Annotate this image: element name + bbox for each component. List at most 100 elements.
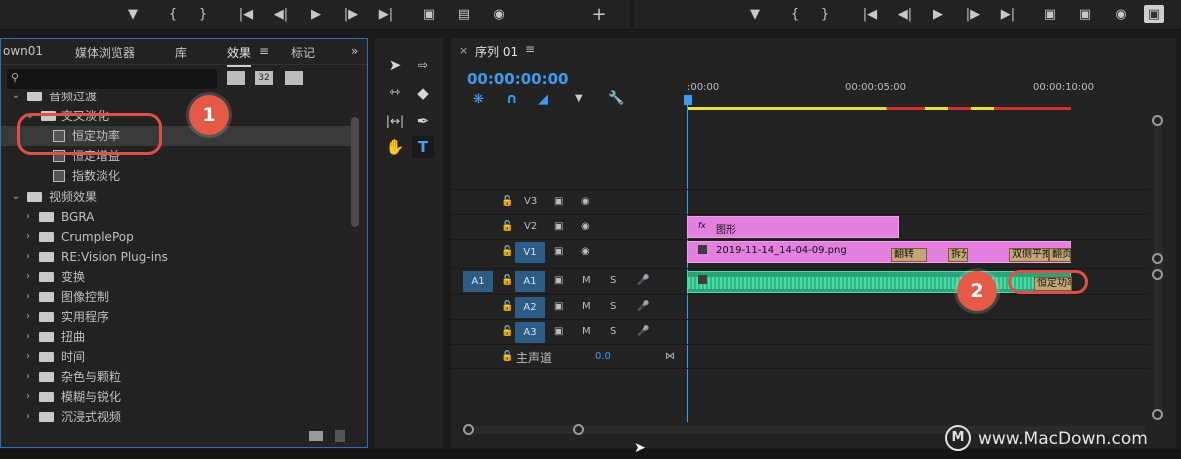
transition-page-turn[interactable]: 翻页 bbox=[1049, 248, 1071, 262]
track-target-v1[interactable]: V1 bbox=[515, 242, 545, 263]
go-to-out-icon[interactable]: ▶| bbox=[997, 5, 1019, 25]
time-ruler[interactable]: :00:00 00:00:05:00 00:00:10:00 bbox=[687, 78, 1147, 112]
sync-lock-icon[interactable]: ▣ bbox=[554, 196, 563, 207]
eye-icon[interactable]: ◉ bbox=[581, 196, 590, 207]
lock-icon[interactable]: 🔓 bbox=[501, 221, 513, 232]
chevron-down-icon[interactable]: ⌄ bbox=[11, 187, 21, 207]
chevron-right-icon[interactable]: › bbox=[23, 227, 33, 247]
lock-icon[interactable]: 🔓 bbox=[501, 351, 513, 362]
track-target-a1[interactable]: A1 bbox=[515, 271, 545, 292]
chevron-right-icon[interactable]: › bbox=[23, 207, 33, 227]
tree-folder-crumplepop[interactable]: › CrumplePop bbox=[1, 227, 351, 247]
tree-folder-image-control[interactable]: › 图像控制 bbox=[1, 287, 351, 307]
lock-icon[interactable]: 🔓 bbox=[501, 196, 513, 207]
lock-icon[interactable]: 🔓 bbox=[501, 246, 513, 257]
tree-folder-distort[interactable]: › 扭曲 bbox=[1, 327, 351, 347]
insert-icon[interactable]: ▣ bbox=[418, 5, 440, 25]
pen-tool-icon[interactable]: ✒ bbox=[412, 110, 434, 132]
transition-flip[interactable]: 翻转 bbox=[891, 248, 927, 262]
chevron-right-icon[interactable]: › bbox=[23, 367, 33, 387]
chevron-right-icon[interactable]: › bbox=[23, 307, 33, 327]
tree-folder-utility[interactable]: › 实用程序 bbox=[1, 307, 351, 327]
lock-icon[interactable]: 🔓 bbox=[501, 275, 513, 286]
mute-button[interactable]: M bbox=[582, 275, 591, 286]
overwrite-icon[interactable]: ▤ bbox=[453, 5, 475, 25]
razor-tool-icon[interactable]: ◆ bbox=[412, 82, 434, 104]
track-target-a2[interactable]: A2 bbox=[515, 297, 545, 318]
mark-in-icon[interactable]: { bbox=[784, 5, 806, 25]
go-to-in-out-icon[interactable]: ⋈ bbox=[665, 351, 675, 362]
mark-out-icon[interactable]: } bbox=[814, 5, 836, 25]
chevron-right-icon[interactable]: › bbox=[23, 347, 33, 367]
yuv-effects-icon[interactable] bbox=[285, 71, 303, 85]
go-to-out-icon[interactable]: ▶| bbox=[375, 5, 397, 25]
tree-folder-time[interactable]: › 时间 bbox=[1, 347, 351, 367]
sync-lock-icon[interactable]: ▣ bbox=[554, 246, 563, 257]
voice-over-icon[interactable]: 🎤 bbox=[637, 301, 649, 312]
add-button-icon[interactable]: + bbox=[588, 5, 610, 25]
sync-lock-icon[interactable]: ▣ bbox=[554, 221, 563, 232]
new-bin-icon[interactable] bbox=[309, 431, 323, 441]
effects-search-input[interactable]: ⚲ bbox=[7, 69, 217, 89]
vertical-scrollbar[interactable] bbox=[351, 117, 359, 227]
sync-lock-icon[interactable]: ▣ bbox=[554, 301, 563, 312]
mark-in-icon[interactable]: { bbox=[162, 5, 184, 25]
tree-folder-video-effects[interactable]: ⌄ 视频效果 bbox=[1, 187, 351, 207]
go-to-in-icon[interactable]: |◀ bbox=[235, 5, 257, 25]
zoom-handle-left[interactable] bbox=[463, 424, 474, 435]
chevron-right-icon[interactable]: › bbox=[23, 407, 33, 422]
play-icon[interactable]: ▶ bbox=[305, 5, 327, 25]
chevron-right-icon[interactable]: › bbox=[23, 387, 33, 407]
panel-menu-icon[interactable]: ≡ bbox=[525, 42, 535, 56]
type-tool-icon[interactable]: T bbox=[412, 136, 434, 158]
tab-effects[interactable]: 效果 bbox=[227, 44, 252, 67]
nest-toggle-icon[interactable]: ❋ bbox=[473, 92, 484, 107]
track-target-a3[interactable]: A3 bbox=[515, 322, 545, 343]
tree-folder-blur-sharpen[interactable]: › 模糊与锐化 bbox=[1, 387, 351, 407]
close-icon[interactable]: × bbox=[459, 44, 468, 57]
voice-over-icon[interactable]: 🎤 bbox=[637, 275, 649, 286]
scroll-handle-top[interactable] bbox=[1152, 115, 1163, 126]
eye-icon[interactable]: ◉ bbox=[581, 221, 590, 232]
tree-folder-immersive-video[interactable]: › 沉浸式视频 bbox=[1, 407, 351, 422]
slip-tool-icon[interactable]: |↔| bbox=[384, 110, 406, 132]
chevron-down-icon[interactable]: ⌄ bbox=[11, 92, 21, 106]
tree-folder-audio-transitions[interactable]: ⌄ 音频过渡 bbox=[1, 92, 351, 106]
playhead-line[interactable] bbox=[687, 104, 688, 422]
tab-media-browser[interactable]: 媒体浏览器 bbox=[75, 44, 135, 61]
scroll-handle-mid[interactable] bbox=[1152, 253, 1163, 264]
chevron-right-icon[interactable]: › bbox=[23, 247, 33, 267]
tree-folder-revision[interactable]: › RE:Vision Plug-ins bbox=[1, 247, 351, 267]
mute-button[interactable]: M bbox=[582, 301, 591, 312]
tab-markers[interactable]: 标记 bbox=[291, 44, 315, 61]
camera-icon[interactable]: ◉ bbox=[1110, 5, 1132, 25]
step-forward-icon[interactable]: |▶ bbox=[340, 5, 362, 25]
playhead-handle-icon[interactable] bbox=[684, 95, 692, 105]
sequence-tab[interactable]: 序列 01 bbox=[475, 43, 518, 60]
solo-button[interactable]: S bbox=[610, 275, 616, 286]
clip-graphic[interactable]: fx 图形 bbox=[687, 216, 899, 238]
marker-icon[interactable]: ▼ bbox=[122, 5, 144, 25]
scroll-handle-bottom[interactable] bbox=[1152, 409, 1163, 420]
transition-double-push[interactable]: 双侧平推 bbox=[1009, 248, 1049, 262]
solo-button[interactable]: S bbox=[610, 301, 616, 312]
mark-out-icon[interactable]: } bbox=[192, 5, 214, 25]
chevron-right-icon[interactable]: › bbox=[23, 287, 33, 307]
vertical-scrollbar[interactable] bbox=[1154, 116, 1162, 416]
voice-over-icon[interactable]: 🎤 bbox=[637, 326, 649, 337]
marker-icon[interactable]: ▼ bbox=[744, 5, 766, 25]
32bit-effects-icon[interactable]: 32 bbox=[255, 71, 273, 85]
tab-libraries[interactable]: 库 bbox=[175, 44, 187, 61]
mute-button[interactable]: M bbox=[582, 326, 591, 337]
trash-icon[interactable] bbox=[335, 430, 345, 442]
lock-icon[interactable]: 🔓 bbox=[501, 326, 513, 337]
master-volume[interactable]: 0.0 bbox=[595, 351, 611, 362]
lift-icon[interactable]: ▣ bbox=[1039, 5, 1061, 25]
source-patch-a1[interactable]: A1 bbox=[463, 271, 493, 292]
hand-tool-icon[interactable]: ✋ bbox=[384, 136, 406, 158]
sync-lock-icon[interactable]: ▣ bbox=[554, 275, 563, 286]
play-icon[interactable]: ▶ bbox=[927, 5, 949, 25]
timeline-settings-icon[interactable]: 🔧 bbox=[608, 91, 624, 106]
more-panels-icon[interactable]: » bbox=[351, 44, 358, 58]
linked-selection-icon[interactable]: ◢ bbox=[538, 92, 548, 107]
